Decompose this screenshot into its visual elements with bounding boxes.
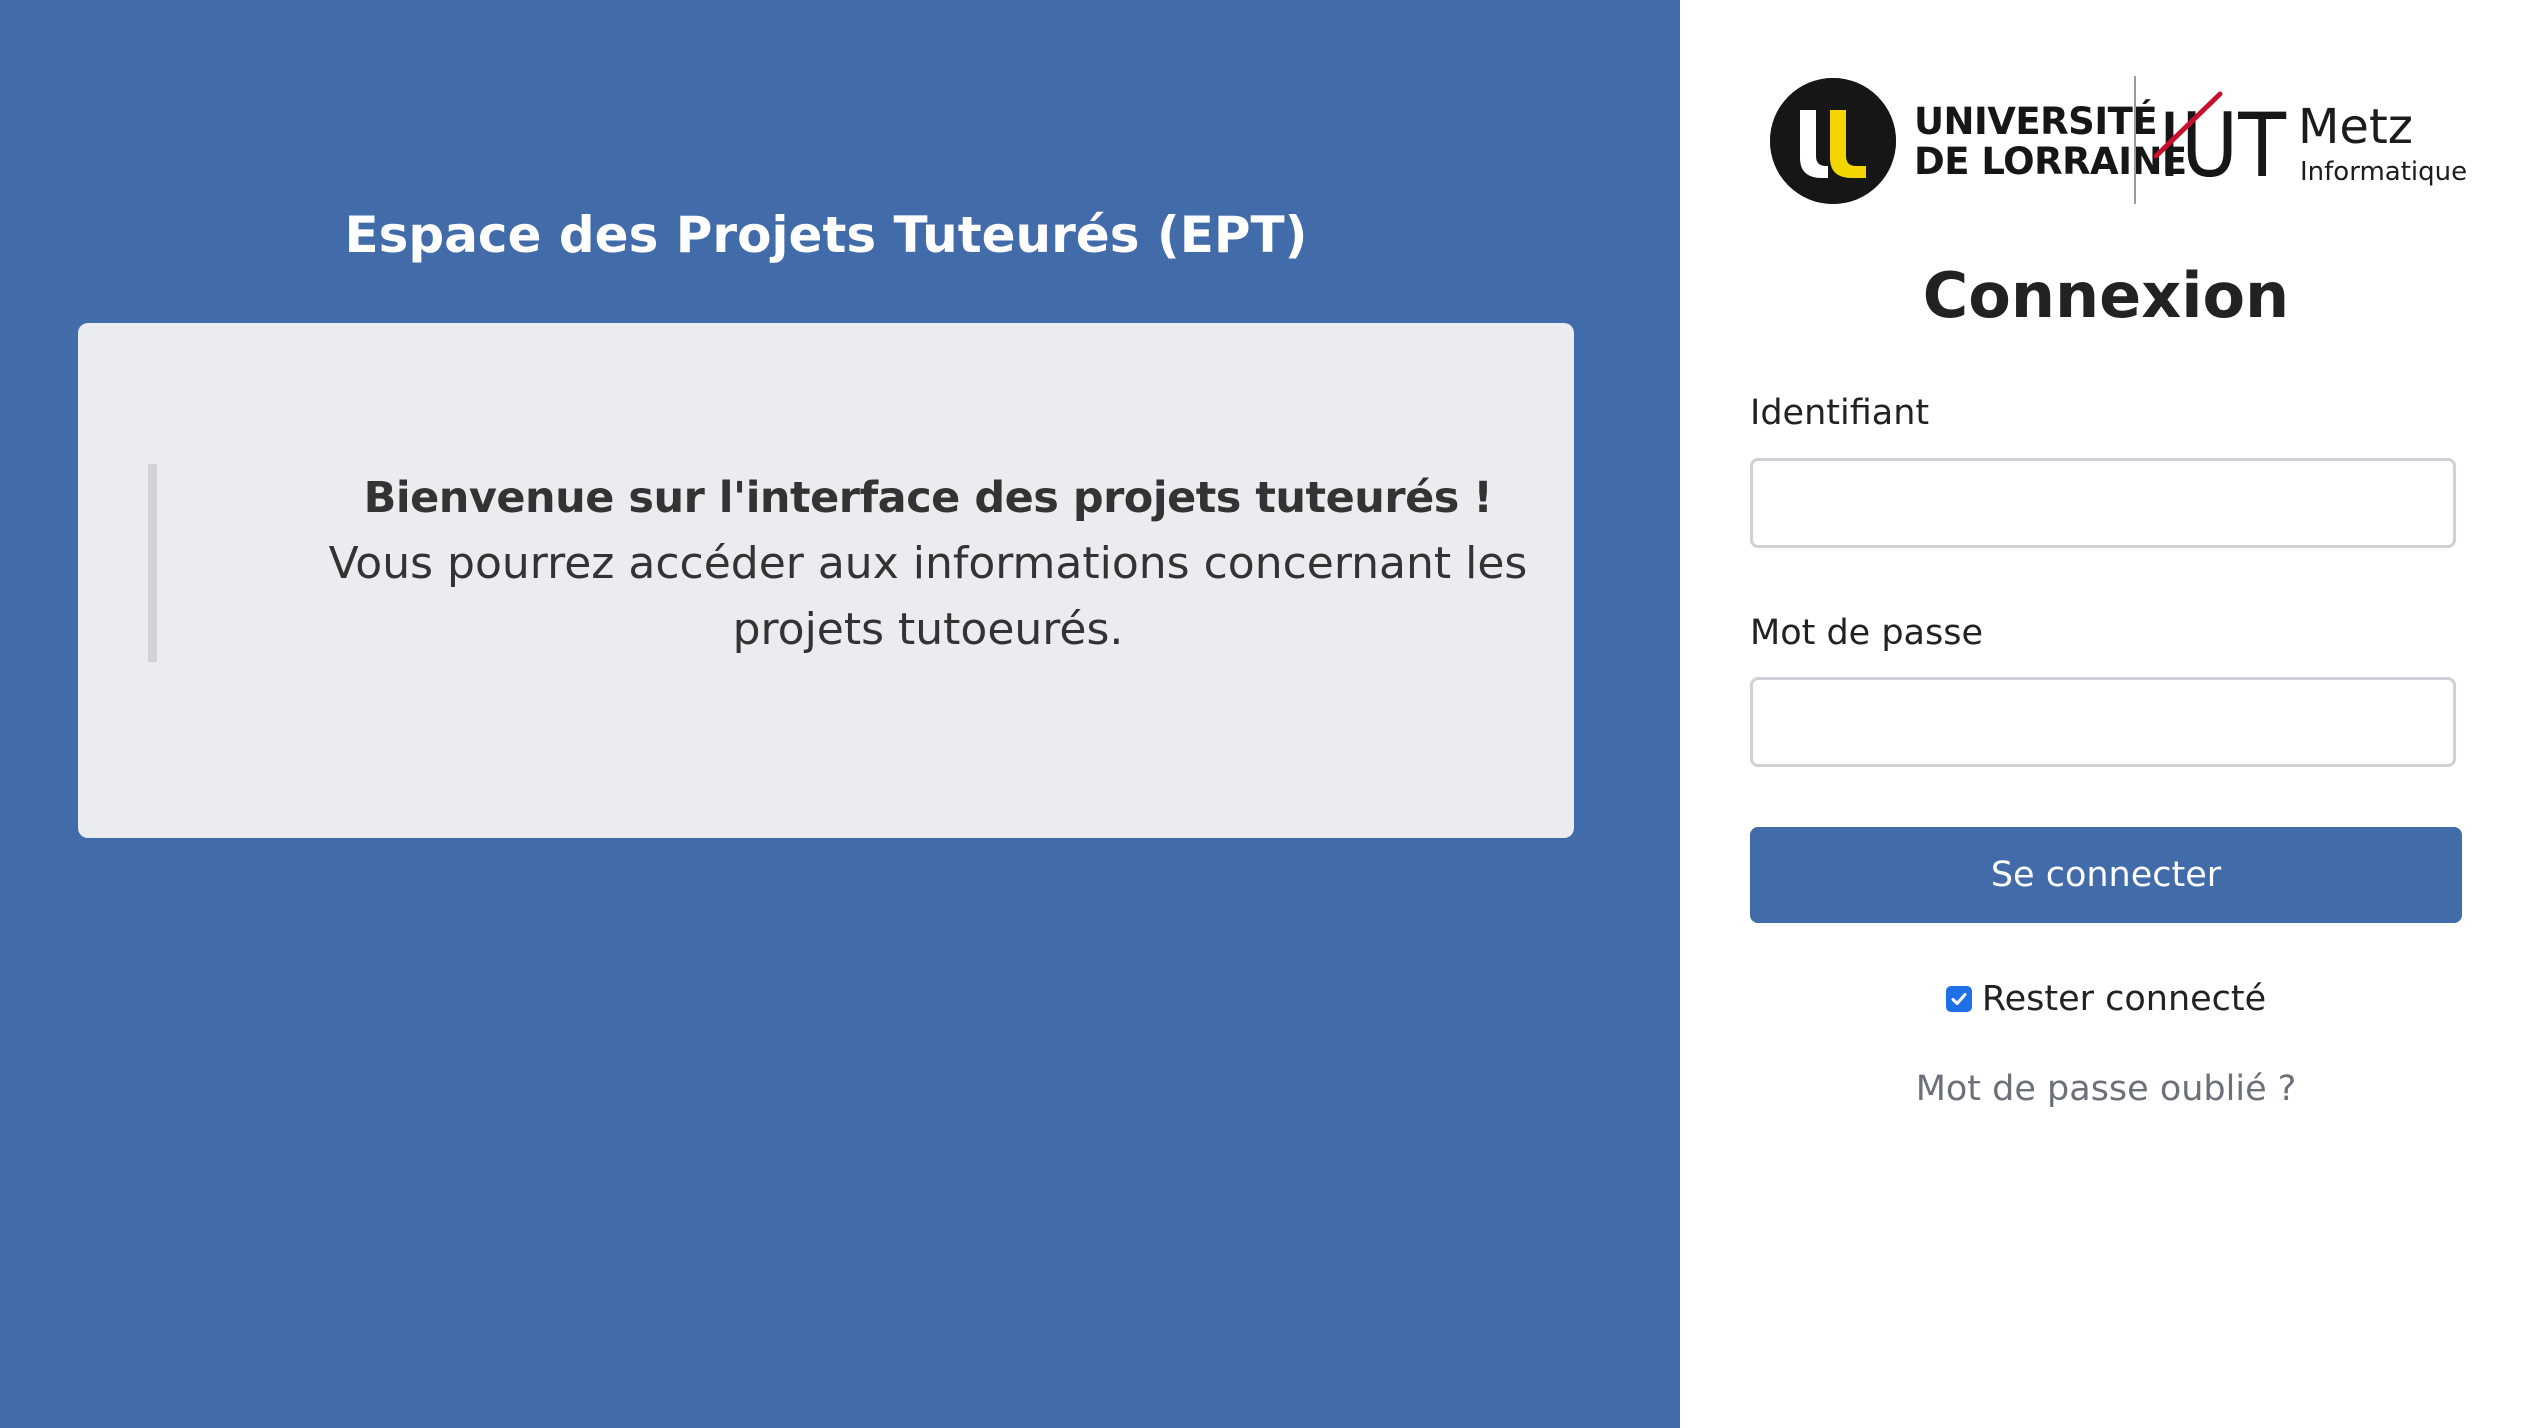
login-page: Espace des Projets Tuteurés (EPT) Bienve… bbox=[0, 0, 2532, 1428]
username-label: Identifiant bbox=[1750, 393, 1930, 433]
password-input[interactable] bbox=[1750, 677, 2456, 767]
page-title: Espace des Projets Tuteurés (EPT) bbox=[344, 206, 1308, 264]
welcome-heading: Bienvenue sur l'interface des projets tu… bbox=[363, 473, 1493, 523]
password-label: Mot de passe bbox=[1750, 613, 1984, 653]
university-name-line1: UNIVERSITÉ bbox=[1914, 100, 2158, 143]
logo-divider bbox=[2134, 76, 2136, 204]
welcome-message: Bienvenue sur l'interface des projets tu… bbox=[208, 465, 1648, 663]
login-button[interactable]: Se connecter bbox=[1750, 827, 2462, 923]
blockquote-bar bbox=[148, 464, 157, 662]
login-title: Connexion bbox=[1922, 259, 2290, 332]
forgot-password-link[interactable]: Mot de passe oublié ? bbox=[1680, 1066, 2532, 1112]
svg-text:IUT: IUT bbox=[2158, 94, 2287, 196]
remember-me-label[interactable]: Rester connecté bbox=[1982, 976, 2266, 1022]
welcome-card: Bienvenue sur l'interface des projets tu… bbox=[78, 323, 1574, 838]
institution-logos: UNIVERSITÉ DE LORRAINE IUT Metz Informat… bbox=[1770, 72, 2490, 207]
universite-lorraine-wordmark: UNIVERSITÉ DE LORRAINE bbox=[1914, 102, 2187, 182]
checkmark-icon bbox=[1951, 993, 1967, 1005]
iut-logo-icon: IUT bbox=[2153, 86, 2294, 197]
login-panel: UNIVERSITÉ DE LORRAINE IUT Metz Informat… bbox=[1680, 0, 2532, 1428]
universite-lorraine-logo-icon bbox=[1770, 78, 1896, 204]
university-name-line2: DE LORRAINE bbox=[1914, 140, 2187, 183]
remember-me-row: Rester connecté bbox=[1680, 976, 2532, 1022]
remember-me-checkbox[interactable] bbox=[1945, 986, 1972, 1012]
welcome-body: Vous pourrez accéder aux informations co… bbox=[328, 538, 1528, 655]
username-input[interactable] bbox=[1750, 458, 2456, 548]
intro-panel: Espace des Projets Tuteurés (EPT) Bienve… bbox=[0, 0, 1680, 1428]
iut-department: Informatique bbox=[2300, 157, 2468, 187]
iut-city: Metz bbox=[2298, 99, 2413, 155]
